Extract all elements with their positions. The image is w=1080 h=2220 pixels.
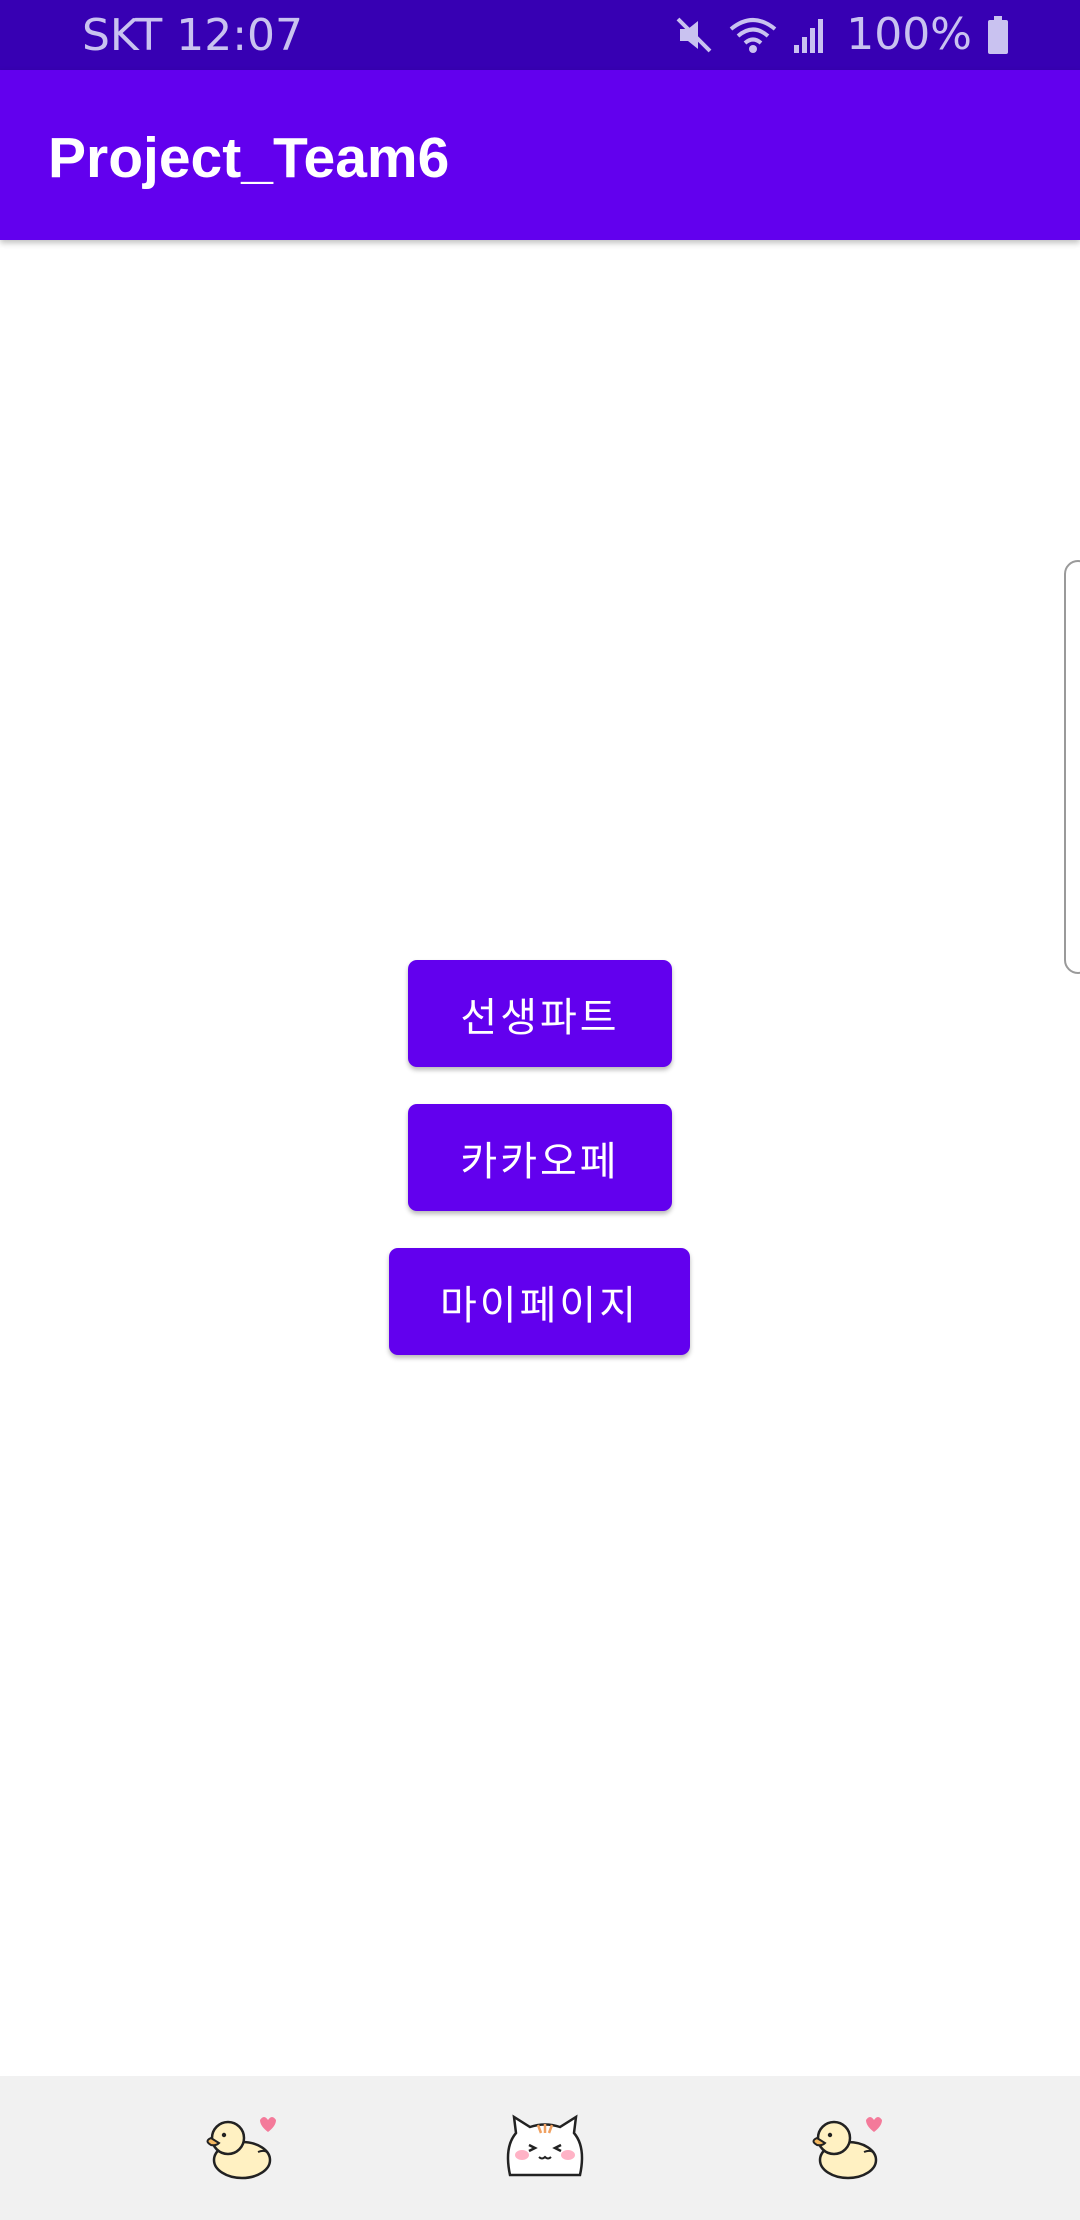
carrier-time: SKT 12:07 — [82, 10, 304, 61]
cat-icon — [506, 2114, 584, 2177]
edge-panel-handle[interactable] — [1064, 560, 1080, 974]
app-title: Project_Team6 — [48, 126, 450, 190]
nav-item-cat[interactable] — [485, 2086, 605, 2210]
duck-icon — [812, 2117, 882, 2180]
battery-icon — [988, 16, 1008, 54]
mute-icon — [676, 17, 712, 53]
duck-icon — [206, 2117, 276, 2180]
bottom-navigation — [0, 2076, 1080, 2220]
kakao-cafe-button[interactable]: 카카오페 — [408, 1104, 672, 1211]
my-page-button[interactable]: 마이페이지 — [389, 1248, 690, 1355]
battery-percent: 100% — [846, 9, 972, 60]
signal-icon — [794, 19, 824, 53]
wifi-icon — [729, 18, 777, 53]
nav-item-duck-right[interactable] — [790, 2086, 910, 2210]
teacher-part-button[interactable]: 선생파트 — [408, 960, 672, 1067]
status-icons: 100% — [674, 0, 1010, 70]
status-bar: SKT 12:07 100% — [0, 0, 1080, 70]
app-bar: Project_Team6 — [0, 70, 1080, 240]
nav-item-duck-left[interactable] — [184, 2086, 304, 2210]
